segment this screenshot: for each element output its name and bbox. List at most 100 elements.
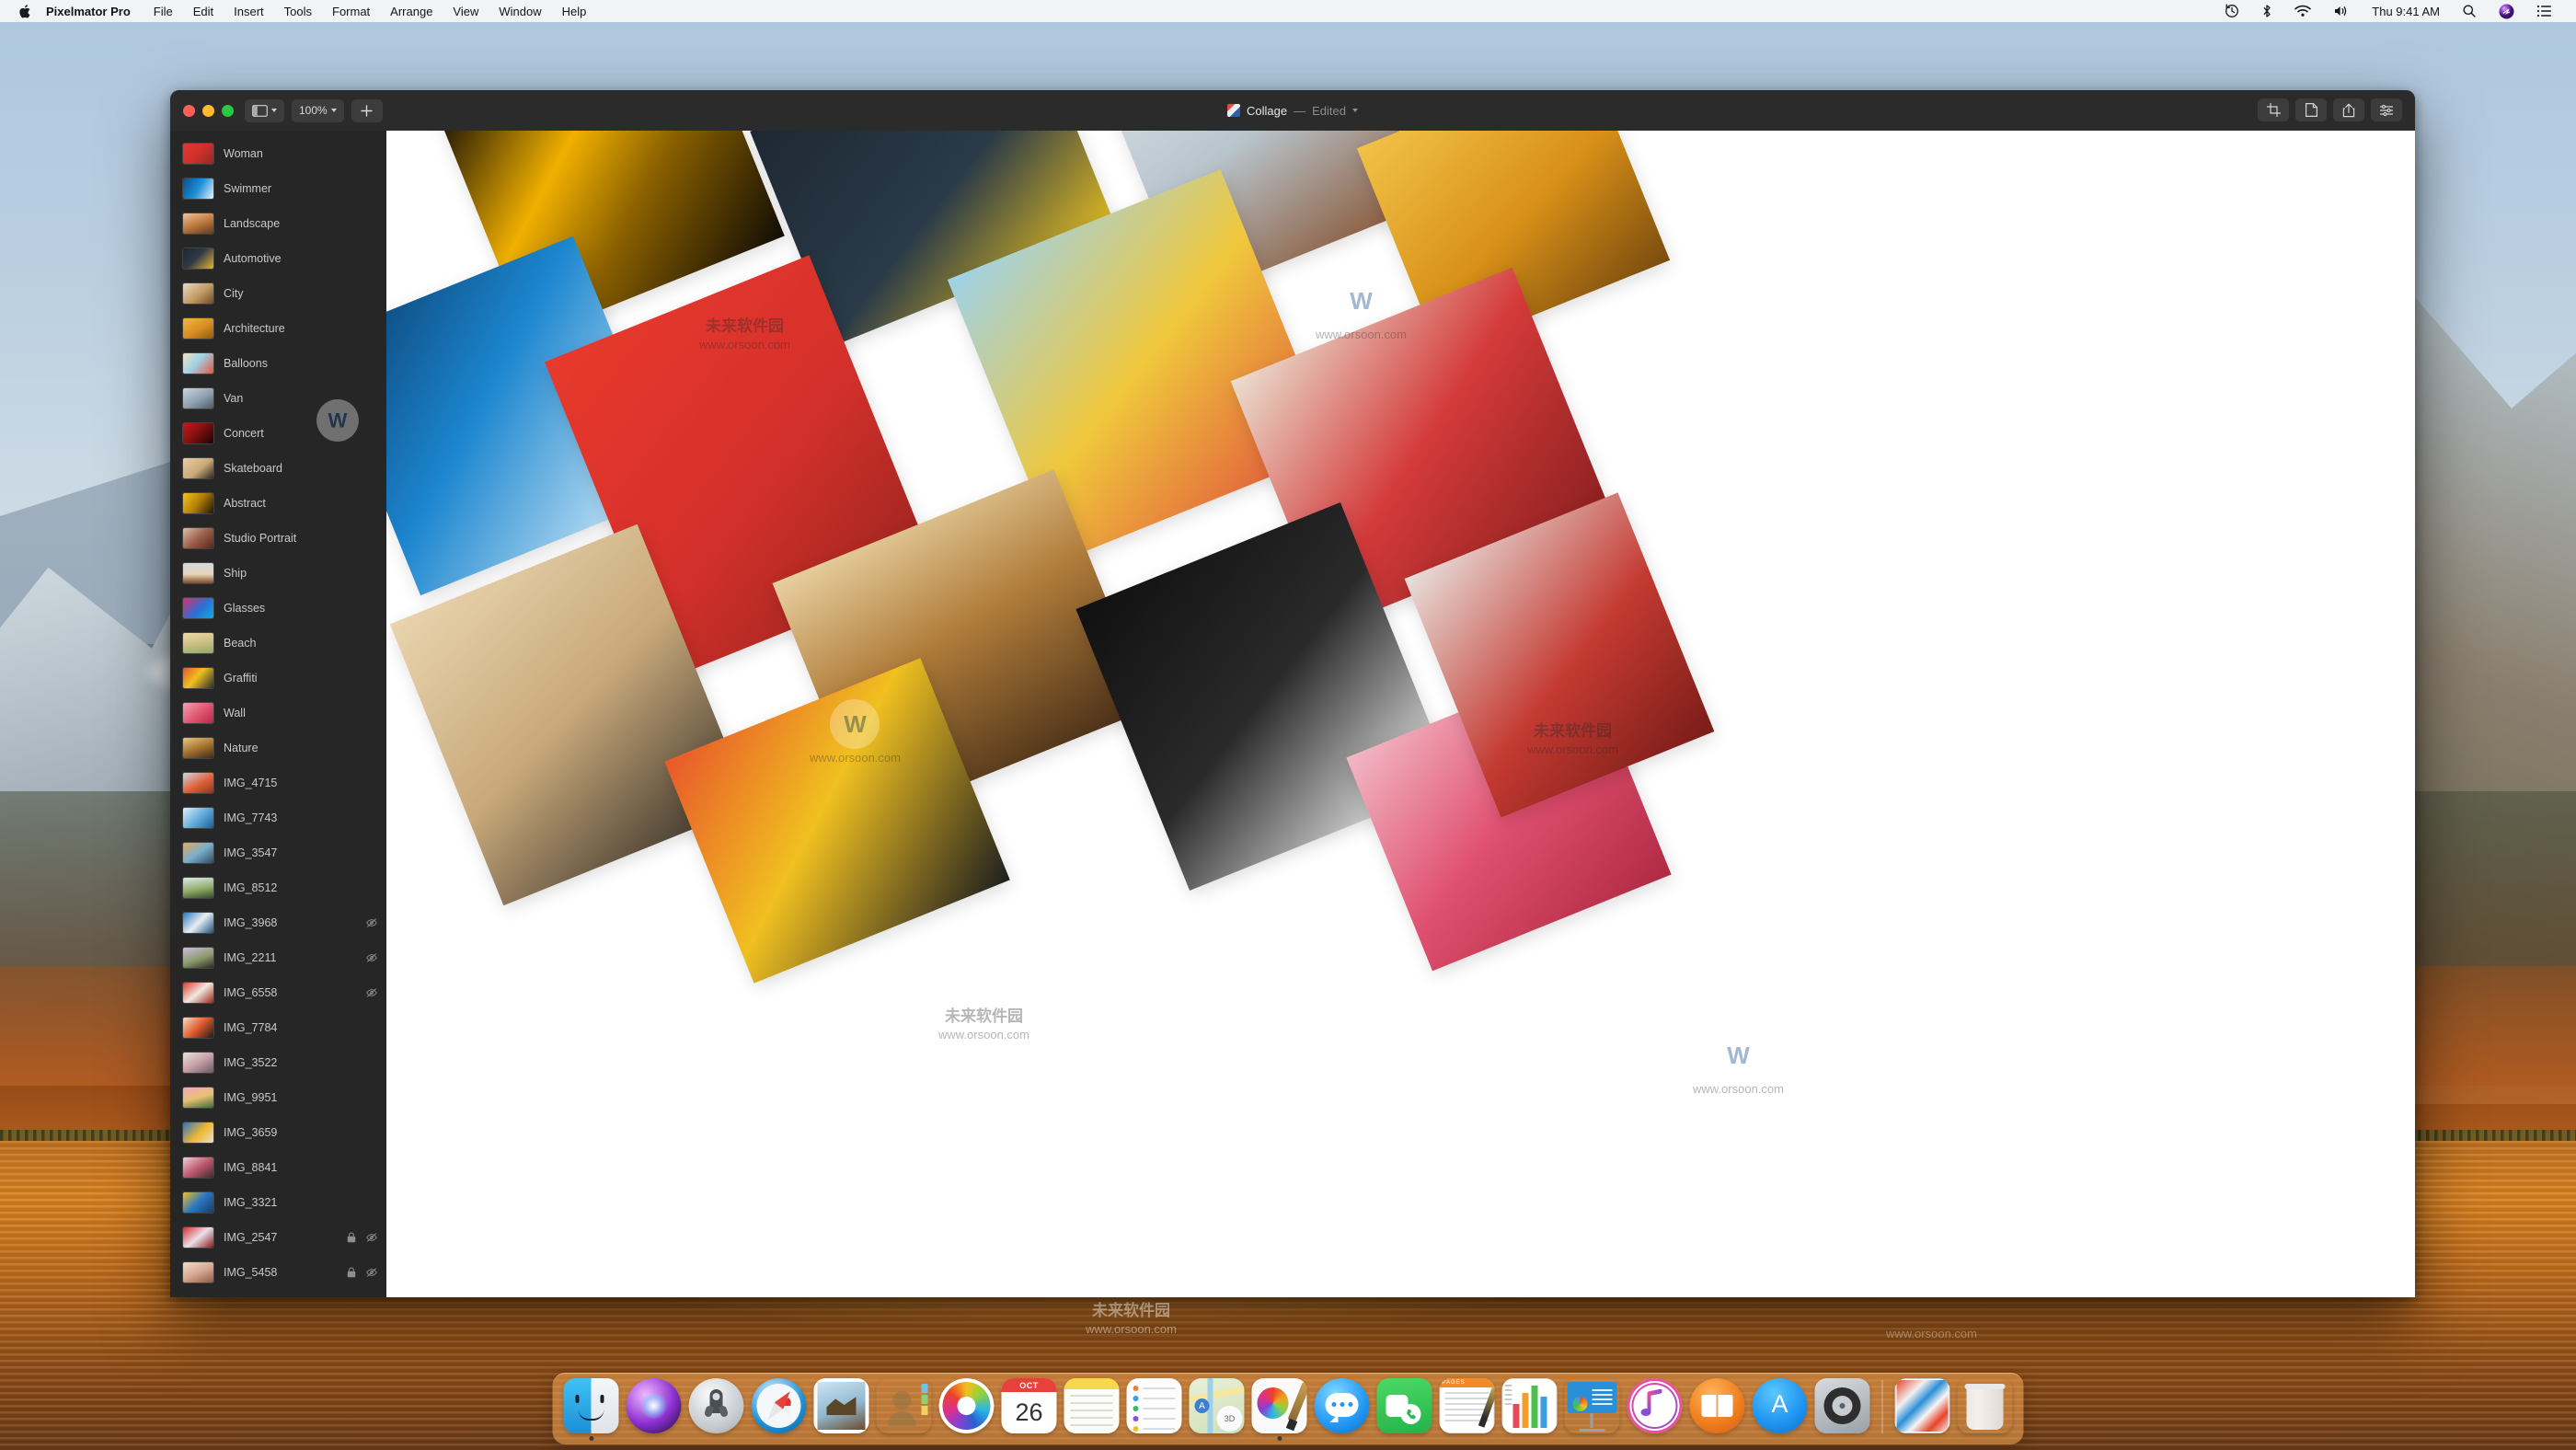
layer-row[interactable]: IMG_8512: [170, 870, 386, 905]
control-center-icon[interactable]: [2525, 5, 2563, 17]
layer-thumbnail: [183, 144, 213, 164]
layer-row[interactable]: Glasses: [170, 591, 386, 626]
layer-row[interactable]: Ship: [170, 556, 386, 591]
dock-item-reminders[interactable]: [1125, 1376, 1184, 1441]
layer-row[interactable]: IMG_6558: [170, 975, 386, 1010]
dock-item-photos[interactable]: [937, 1376, 996, 1441]
menu-item-arrange[interactable]: Arrange: [380, 5, 443, 18]
volume-icon[interactable]: [2322, 5, 2361, 17]
time-machine-icon[interactable]: [2214, 4, 2250, 18]
adjustments-button[interactable]: [2371, 98, 2402, 121]
dock-item-facetime[interactable]: [1375, 1376, 1434, 1441]
dock-item-mail[interactable]: [812, 1376, 871, 1441]
layer-row[interactable]: IMG_9951: [170, 1080, 386, 1115]
window-titlebar: 100% Collage — Edited: [170, 90, 2415, 131]
dock-item-app-store[interactable]: A: [1751, 1376, 1810, 1441]
chevron-down-icon: [271, 109, 277, 112]
dock-item-numbers[interactable]: [1501, 1376, 1559, 1441]
minimize-button[interactable]: [202, 104, 214, 117]
dock-item-system-preferences[interactable]: [1813, 1376, 1872, 1441]
menu-item-edit[interactable]: Edit: [183, 5, 224, 18]
layer-row[interactable]: Van: [170, 381, 386, 416]
maximize-button[interactable]: [222, 104, 234, 117]
title-chevron-down-icon[interactable]: [1351, 109, 1358, 112]
layer-row[interactable]: IMG_2211: [170, 940, 386, 975]
layer-row[interactable]: Architecture: [170, 311, 386, 346]
menu-item-help[interactable]: Help: [552, 5, 597, 18]
bluetooth-icon[interactable]: [2250, 4, 2283, 18]
canvas-area[interactable]: [386, 131, 2415, 1297]
layer-row[interactable]: Swimmer: [170, 171, 386, 206]
layer-row[interactable]: Woman: [170, 136, 386, 171]
dock-item-trash[interactable]: [1956, 1376, 2015, 1441]
add-layer-button[interactable]: [351, 98, 383, 122]
dock-item-safari[interactable]: [750, 1376, 809, 1441]
siri-icon[interactable]: [2488, 4, 2525, 19]
layer-row[interactable]: IMG_8841: [170, 1150, 386, 1185]
window-toolbar-right: [2258, 98, 2402, 121]
menu-item-tools[interactable]: Tools: [274, 5, 322, 18]
dock-item-messages[interactable]: [1313, 1376, 1372, 1441]
apple-logo-icon[interactable]: [13, 4, 37, 19]
dock-item-launchpad[interactable]: [687, 1376, 746, 1441]
layer-row[interactable]: Graffiti: [170, 661, 386, 696]
menu-item-format[interactable]: Format: [322, 5, 380, 18]
crop-tool-button[interactable]: [2258, 98, 2289, 121]
layer-row[interactable]: Studio Portrait: [170, 521, 386, 556]
dock-item-finder[interactable]: [562, 1376, 621, 1441]
dock-item-ibooks[interactable]: [1688, 1376, 1747, 1441]
dock-item-contacts[interactable]: [875, 1376, 934, 1441]
menu-item-window[interactable]: Window: [489, 5, 551, 18]
layer-row[interactable]: Nature: [170, 731, 386, 765]
layer-name: IMG_9951: [224, 1091, 278, 1104]
layer-row[interactable]: Concert: [170, 416, 386, 451]
hidden-eye-icon: [366, 918, 377, 927]
menu-item-insert[interactable]: Insert: [224, 5, 274, 18]
close-button[interactable]: [183, 104, 195, 117]
layers-sidebar[interactable]: Woman Swimmer Landscape Automotive City Archi…: [170, 131, 386, 1297]
wifi-icon[interactable]: [2283, 5, 2322, 17]
layer-row[interactable]: Balloons: [170, 346, 386, 381]
layer-row[interactable]: IMG_3968: [170, 905, 386, 940]
layer-badges: [335, 1267, 377, 1278]
menu-bar-clock[interactable]: Thu 9:41 AM: [2361, 5, 2451, 18]
document-info-button[interactable]: [2295, 98, 2327, 121]
layer-row[interactable]: IMG_3659: [170, 1115, 386, 1150]
finder-icon: [563, 1378, 619, 1433]
layer-row[interactable]: IMG_4715: [170, 765, 386, 800]
dock-item-keynote[interactable]: [1563, 1376, 1622, 1441]
menu-item-view[interactable]: View: [443, 5, 489, 18]
layer-row[interactable]: IMG_5458: [170, 1255, 386, 1290]
zoom-level-button[interactable]: 100%: [292, 98, 344, 122]
layer-row[interactable]: IMG_2547: [170, 1220, 386, 1255]
layer-row[interactable]: City: [170, 276, 386, 311]
share-button[interactable]: [2333, 98, 2364, 121]
dock-item-notes[interactable]: [1063, 1376, 1121, 1441]
layer-name: Van: [224, 392, 244, 405]
search-icon[interactable]: [2451, 4, 2488, 18]
layer-row[interactable]: IMG_3547: [170, 835, 386, 870]
dock-item-calendar[interactable]: OCT 26: [1000, 1376, 1059, 1441]
layer-row[interactable]: Automotive: [170, 241, 386, 276]
layer-row[interactable]: Beach: [170, 626, 386, 661]
layer-row[interactable]: IMG_3522: [170, 1045, 386, 1080]
dock-item-pages[interactable]: PAGES: [1438, 1376, 1497, 1441]
dock-item-itunes[interactable]: [1626, 1376, 1685, 1441]
screen: Pixelmator Pro File Edit Insert Tools Fo…: [0, 0, 2576, 1450]
dock-item-maps[interactable]: 3D A: [1188, 1376, 1247, 1441]
layer-row[interactable]: Skateboard: [170, 451, 386, 486]
menu-bar: Pixelmator Pro File Edit Insert Tools Fo…: [0, 0, 2576, 22]
layer-row[interactable]: Abstract: [170, 486, 386, 521]
layer-row[interactable]: IMG_3321: [170, 1185, 386, 1220]
layer-row[interactable]: Wall: [170, 696, 386, 731]
layer-row[interactable]: IMG_7784: [170, 1010, 386, 1045]
sidebar-toggle-button[interactable]: [245, 98, 284, 122]
layer-row[interactable]: IMG_7743: [170, 800, 386, 835]
dock[interactable]: OCT 26 3D A PAGES A: [552, 1373, 2024, 1444]
layer-row[interactable]: Landscape: [170, 206, 386, 241]
menu-item-file[interactable]: File: [144, 5, 183, 18]
dock-item-siri[interactable]: [625, 1376, 684, 1441]
menu-app-name[interactable]: Pixelmator Pro: [37, 5, 140, 18]
dock-item-collage-document[interactable]: [1893, 1376, 1952, 1441]
dock-item-pixelmator-pro[interactable]: [1250, 1376, 1309, 1441]
